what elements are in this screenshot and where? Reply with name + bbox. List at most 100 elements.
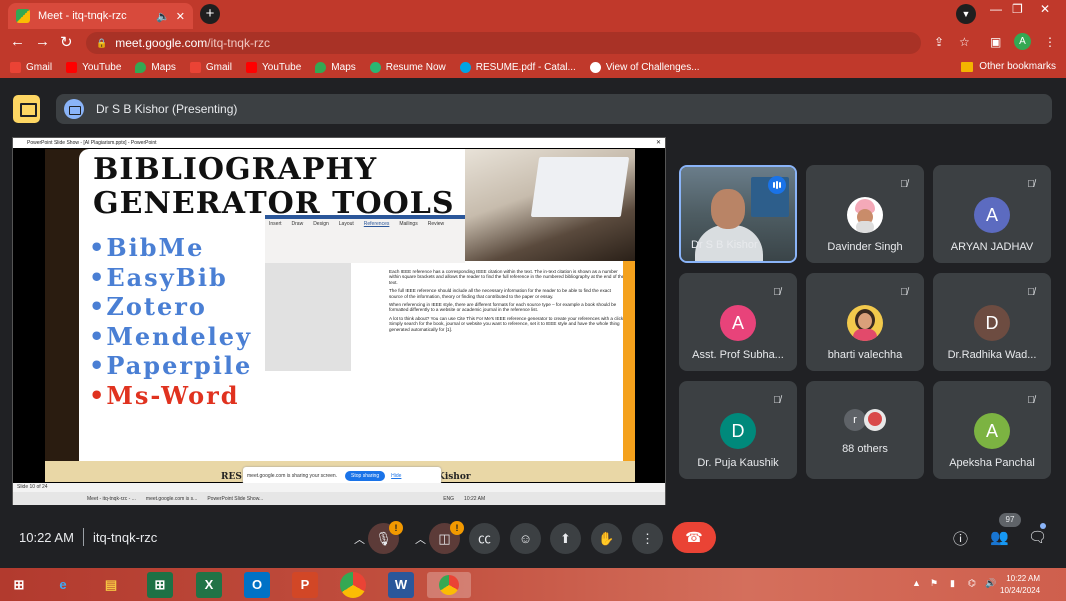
side-panel-icon[interactable]: ▣ xyxy=(990,35,1001,49)
participant-tile[interactable]: 🎙̸ D Dr. Puja Kaushik xyxy=(679,381,797,479)
bookmark-star-icon[interactable]: ☆ xyxy=(959,35,970,49)
people-icon[interactable]: 👥 xyxy=(990,528,1009,546)
mic-off-icon: 🎙̸ xyxy=(900,287,908,298)
participant-tile[interactable]: Dr S B Kishor xyxy=(679,165,797,263)
youtube-icon xyxy=(66,61,78,73)
slide-footer-text: RES xyxy=(221,472,242,482)
participant-tile[interactable]: 🎙̸ A ARYAN JADHAV xyxy=(933,165,1051,263)
slide-accent-bar xyxy=(623,261,635,461)
presenter-label: Dr S B Kishor (Presenting) xyxy=(96,102,238,116)
meeting-info-icon[interactable]: ⓘ xyxy=(953,528,968,549)
captions-button[interactable]: ㏄ xyxy=(469,523,500,554)
slide-show-titlebar: PowerPoint Slide Show - [AI Plagiarism.p… xyxy=(13,138,665,148)
bookmark-item[interactable]: YouTube xyxy=(246,61,301,73)
lock-icon[interactable]: 🔒 xyxy=(96,38,107,49)
globe-icon xyxy=(589,61,601,73)
bookmark-item[interactable]: Maps xyxy=(315,61,356,73)
presentation-control-button[interactable] xyxy=(13,95,40,123)
catalog-icon xyxy=(459,61,471,73)
bookmark-item[interactable]: Gmail xyxy=(189,61,232,73)
slide: BIBLIOGRAPHY GENERATOR TOOLS Insert Draw… xyxy=(45,149,635,482)
profile-avatar[interactable]: A xyxy=(1014,33,1031,50)
word-document: Each IEEE reference has a corresponding … xyxy=(351,263,629,371)
file-explorer-icon[interactable]: ▤ xyxy=(98,572,124,598)
bullet-item: •BibMe xyxy=(89,233,205,262)
network-icon[interactable]: ⌬ xyxy=(968,578,976,589)
participant-tile[interactable]: 🎙̸ A Apeksha Panchal xyxy=(933,381,1051,479)
browser-menu-icon[interactable]: ⋮ xyxy=(1044,35,1056,49)
internet-explorer-icon[interactable]: e xyxy=(50,572,76,598)
tab-search-icon[interactable]: ▼ xyxy=(956,4,976,24)
share-icon[interactable]: ⇪ xyxy=(934,35,944,49)
video-options-chevron-icon[interactable]: ︿ xyxy=(415,531,426,547)
emoji-button[interactable]: ☺ xyxy=(510,523,541,554)
outlook-icon[interactable]: O xyxy=(244,572,270,598)
avatar: A xyxy=(974,197,1010,233)
tab-close-icon[interactable]: ✕ xyxy=(176,10,185,23)
presenter-banner: Dr S B Kishor (Presenting) xyxy=(56,94,1052,124)
forward-icon[interactable]: → xyxy=(35,33,50,50)
others-tile[interactable]: r 88 others xyxy=(806,381,924,479)
avatar: A xyxy=(974,413,1010,449)
bookmark-item[interactable]: Maps xyxy=(135,61,176,73)
participant-tile[interactable]: 🎙̸ A Asst. Prof Subha... xyxy=(679,273,797,371)
close-window-icon[interactable]: ✕ xyxy=(1040,2,1050,16)
meeting-code: itq-tnqk-rzc xyxy=(93,530,158,545)
bookmark-item[interactable]: RESUME.pdf - Catal... xyxy=(459,61,576,73)
browser-toolbar: ← → ↻ 🔒 meet.google.com /itq-tnqk-rzc ⇪ … xyxy=(0,29,1066,56)
chrome-icon[interactable] xyxy=(340,572,366,598)
volume-icon[interactable]: 🔊 xyxy=(985,578,996,589)
minimize-icon[interactable]: — xyxy=(990,2,1002,16)
system-clock[interactable]: 10:22 AM 10/24/2024 xyxy=(1000,573,1040,597)
leave-call-button[interactable]: ☎ xyxy=(672,522,716,553)
participant-count-badge: 97 xyxy=(999,513,1021,527)
notification-dot xyxy=(1040,523,1046,529)
bookmark-item[interactable]: Gmail xyxy=(10,61,52,73)
chrome-active-icon[interactable] xyxy=(427,572,471,598)
folder-icon xyxy=(961,61,974,72)
mic-off-icon: 🎙̸ xyxy=(900,179,908,190)
tray-chevron-icon[interactable]: ▲ xyxy=(912,578,921,588)
stop-sharing-button[interactable]: Stop sharing xyxy=(345,471,386,481)
bullet-item: •Zotero xyxy=(89,292,207,321)
battery-icon[interactable]: ▮ xyxy=(950,578,955,589)
powerpoint-icon[interactable]: P xyxy=(292,572,318,598)
bookmark-item[interactable]: YouTube xyxy=(66,61,121,73)
new-tab-button[interactable]: + xyxy=(200,4,220,24)
participant-name: Dr.Radhika Wad... xyxy=(947,349,1037,361)
flag-icon[interactable]: ⚑ xyxy=(930,578,938,589)
participant-name: bharti valechha xyxy=(827,349,903,361)
browser-tab-meet[interactable]: Meet - itq-tnqk-rzc 🔈 ✕ xyxy=(8,3,193,29)
mic-off-icon: 🎙̸ xyxy=(773,395,781,406)
restore-icon[interactable]: ❐ xyxy=(1012,2,1023,16)
participant-tile[interactable]: 🎙̸ bharti valechha xyxy=(806,273,924,371)
shared-screen[interactable]: PowerPoint Slide Show - [AI Plagiarism.p… xyxy=(12,137,666,505)
address-bar[interactable]: 🔒 meet.google.com /itq-tnqk-rzc xyxy=(86,32,921,54)
back-icon[interactable]: ← xyxy=(10,33,25,50)
windows-start-icon[interactable]: ⊞ xyxy=(6,572,32,598)
reload-icon[interactable]: ↻ xyxy=(60,33,73,51)
divider xyxy=(83,528,84,546)
bookmark-item[interactable]: Resume Now xyxy=(369,61,446,73)
word-icon[interactable]: W xyxy=(388,572,414,598)
more-options-button[interactable]: ⋮ xyxy=(632,523,663,554)
excel-alt-icon[interactable]: ⊞ xyxy=(147,572,173,598)
participant-name: Dr. Puja Kaushik xyxy=(697,457,779,469)
bullet-item: •Ms-Word xyxy=(89,380,240,410)
meet-control-bar: 10:22 AM itq-tnqk-rzc ︿ 🎙 ! ︿ ◫ ! ㏄ ☺ ⬆ … xyxy=(0,510,1066,568)
participant-tile[interactable]: 🎙̸ D Dr.Radhika Wad... xyxy=(933,273,1051,371)
raise-hand-button[interactable]: ✋ xyxy=(591,523,622,554)
participant-name: Dr S B Kishor xyxy=(691,239,758,251)
hide-link[interactable]: Hide xyxy=(391,473,401,479)
excel-icon[interactable]: X xyxy=(196,572,222,598)
present-screen-button[interactable]: ⬆ xyxy=(550,523,581,554)
other-bookmarks[interactable]: Other bookmarks xyxy=(961,61,1056,72)
url-path: /itq-tnqk-rzc xyxy=(207,36,270,50)
bookmark-item[interactable]: View of Challenges... xyxy=(589,61,700,73)
participant-tile[interactable]: 🎙̸ Davinder Singh xyxy=(806,165,924,263)
chat-icon[interactable]: 🗨 xyxy=(1028,528,1047,546)
mic-off-icon: 🎙̸ xyxy=(1027,395,1035,406)
browser-tab-strip: Meet - itq-tnqk-rzc 🔈 ✕ + ▼ — ❐ ✕ xyxy=(0,0,1066,29)
audio-options-chevron-icon[interactable]: ︿ xyxy=(354,531,365,547)
tab-audio-icon[interactable]: 🔈 xyxy=(156,10,170,23)
